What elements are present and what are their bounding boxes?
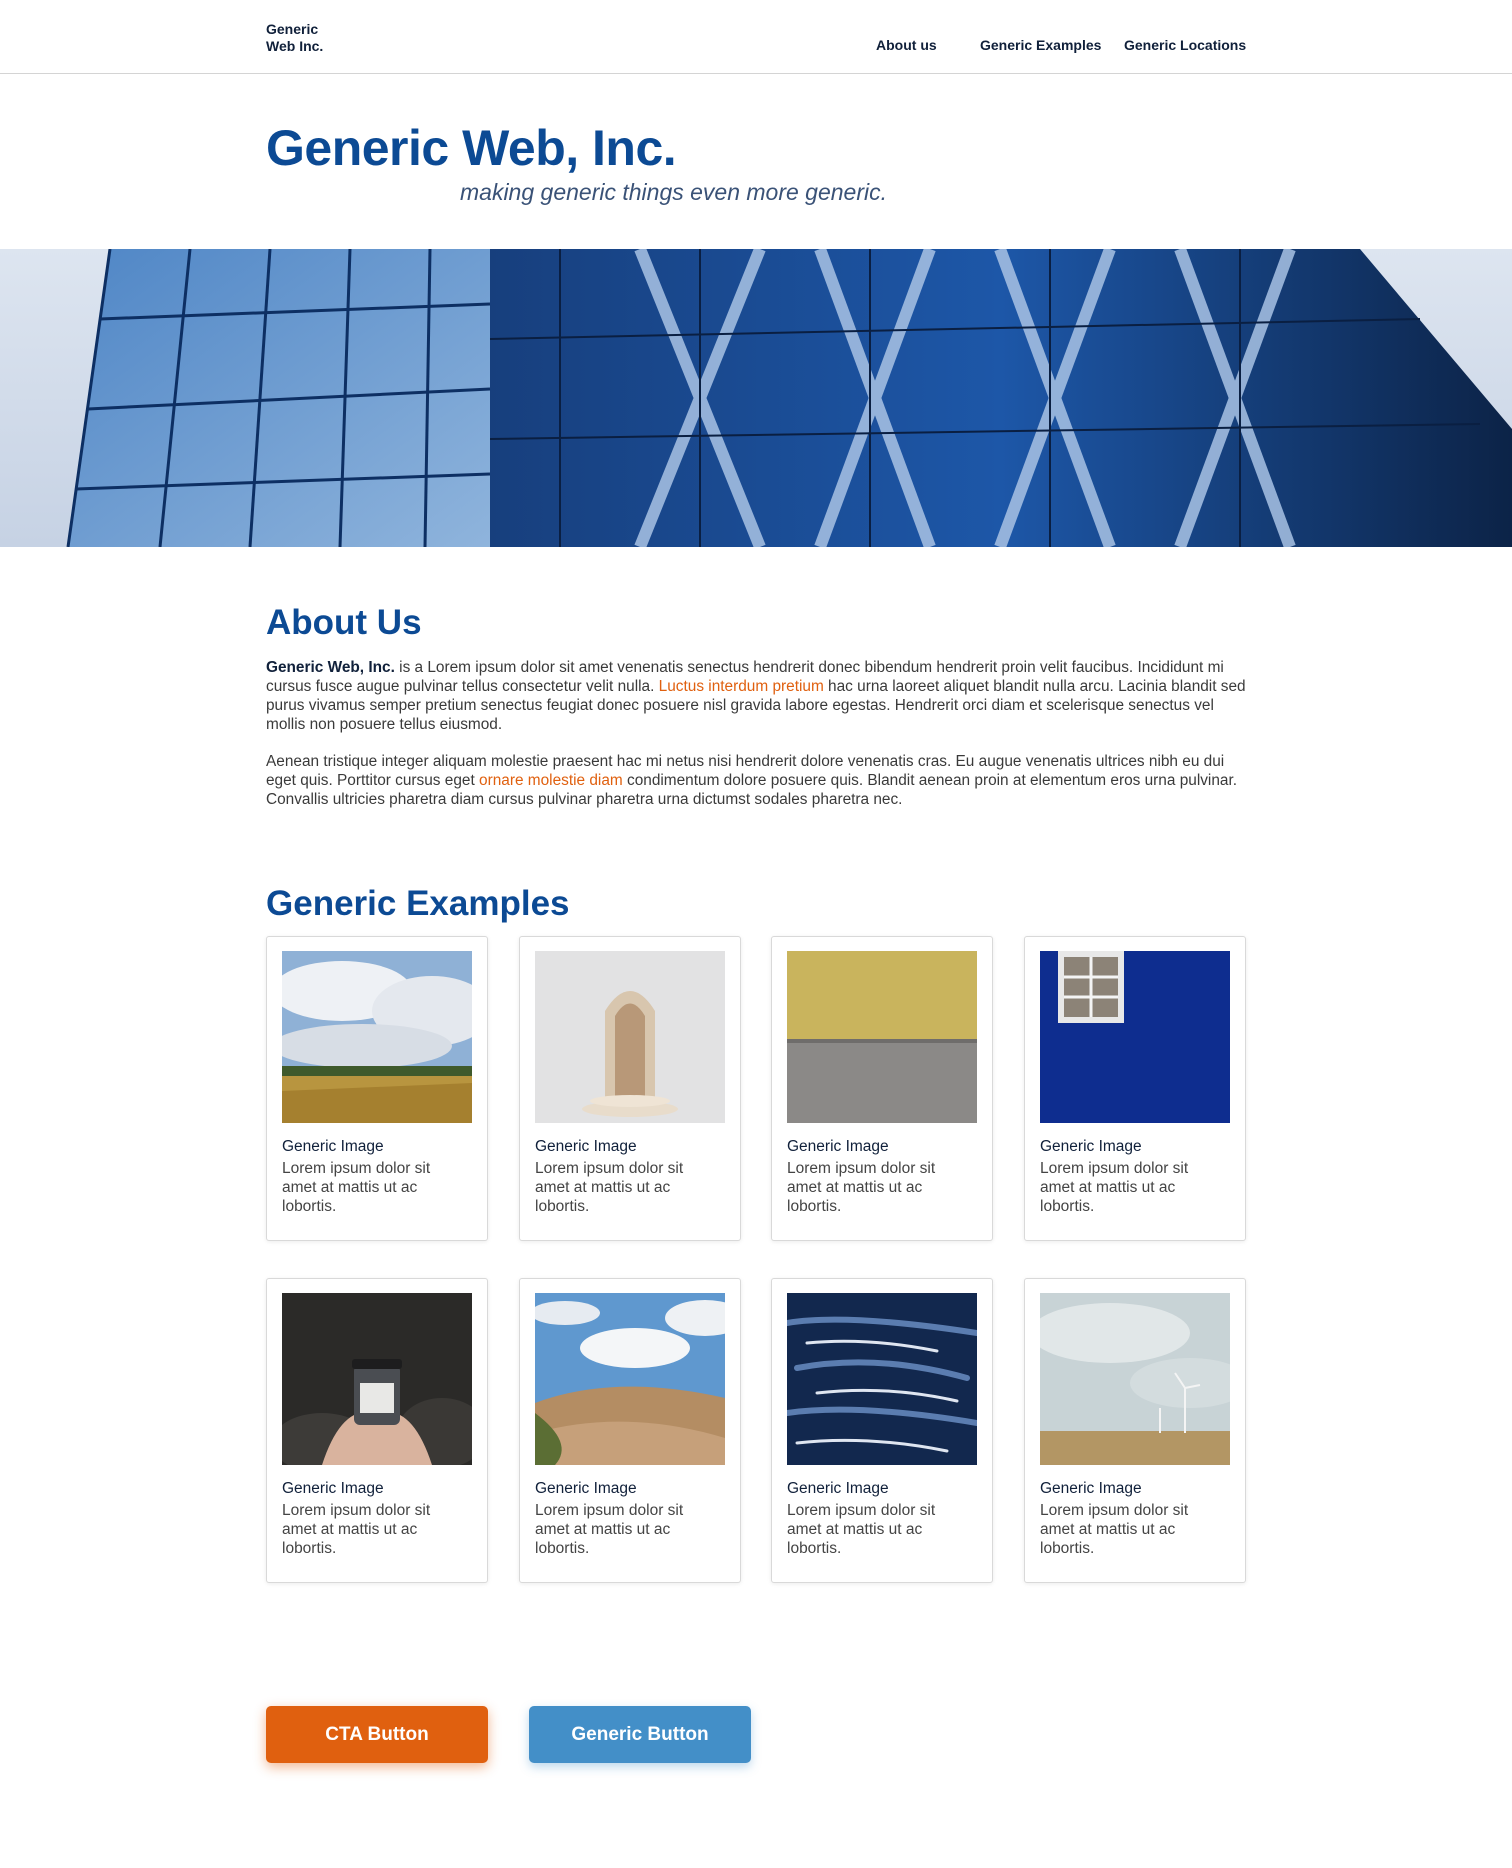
cta-button[interactable]: CTA Button [266, 1706, 488, 1763]
nav-link-generic-locations[interactable]: Generic Locations [1124, 37, 1246, 53]
blue-wall-window-image [1040, 951, 1230, 1123]
ornare-link[interactable]: ornare molestie diam [479, 772, 623, 789]
hills-landscape-image [535, 1293, 725, 1465]
tagline: making generic things even more generic. [460, 179, 888, 205]
card-title: Generic Image [787, 1138, 889, 1155]
card-description: Lorem ipsum dolor sit amet at mattis ut … [535, 1502, 684, 1557]
card-description: Lorem ipsum dolor sit amet at mattis ut … [282, 1160, 431, 1215]
card-title: Generic Image [787, 1480, 889, 1497]
card-description: Lorem ipsum dolor sit amet at mattis ut … [787, 1502, 936, 1557]
page-title: Generic Web, Inc. [266, 120, 677, 176]
card-description: Lorem ipsum dolor sit amet at mattis ut … [535, 1160, 684, 1215]
logo-line-2: Web Inc. [266, 38, 324, 54]
about-us-heading: About Us [266, 603, 422, 642]
card-description: Lorem ipsum dolor sit amet at mattis ut … [282, 1502, 431, 1557]
card-description: Lorem ipsum dolor sit amet at mattis ut … [1040, 1502, 1189, 1557]
example-card[interactable]: Generic Image Lorem ipsum dolor sit amet… [266, 936, 488, 1241]
card-description: Lorem ipsum dolor sit amet at mattis ut … [787, 1160, 936, 1215]
card-title: Generic Image [282, 1480, 384, 1497]
about-paragraph-2: Aenean tristique integer aliquam molesti… [266, 752, 1246, 809]
about-paragraph-1: Generic Web, Inc. is a Lorem ipsum dolor… [266, 658, 1246, 734]
hands-jar-image [282, 1293, 472, 1465]
site-logo[interactable]: Generic Web Inc. [266, 21, 346, 55]
example-card[interactable]: Generic Image Lorem ipsum dolor sit amet… [519, 1278, 741, 1583]
card-title: Generic Image [282, 1138, 384, 1155]
card-title: Generic Image [1040, 1138, 1142, 1155]
logo-line-1: Generic [266, 21, 319, 37]
example-card[interactable]: Generic Image Lorem ipsum dolor sit amet… [266, 1278, 488, 1583]
luctus-link[interactable]: Luctus interdum pretium [659, 678, 824, 695]
example-card[interactable]: Generic Image Lorem ipsum dolor sit amet… [519, 936, 741, 1241]
example-card[interactable]: Generic Image Lorem ipsum dolor sit amet… [1024, 1278, 1246, 1583]
generic-examples-heading: Generic Examples [266, 884, 570, 923]
top-navigation-bar: Generic Web Inc. About us Generic Exampl… [0, 0, 1512, 74]
company-name-bold: Generic Web, Inc. [266, 659, 395, 676]
nav-link-generic-examples[interactable]: Generic Examples [980, 37, 1101, 53]
card-title: Generic Image [1040, 1480, 1142, 1497]
field-landscape-image [282, 951, 472, 1123]
wind-turbines-image [1040, 1293, 1230, 1465]
example-card[interactable]: Generic Image Lorem ipsum dolor sit amet… [1024, 936, 1246, 1241]
nav-link-about-us[interactable]: About us [876, 37, 937, 53]
hero-banner-image [0, 249, 1512, 547]
card-title: Generic Image [535, 1480, 637, 1497]
card-title: Generic Image [535, 1138, 637, 1155]
card-description: Lorem ipsum dolor sit amet at mattis ut … [1040, 1160, 1189, 1215]
wall-texture-image [787, 951, 977, 1123]
blue-paint-image [787, 1293, 977, 1465]
example-card[interactable]: Generic Image Lorem ipsum dolor sit amet… [771, 936, 993, 1241]
generic-button[interactable]: Generic Button [529, 1706, 751, 1763]
example-card[interactable]: Generic Image Lorem ipsum dolor sit amet… [771, 1278, 993, 1583]
arch-sculpture-image [535, 951, 725, 1123]
